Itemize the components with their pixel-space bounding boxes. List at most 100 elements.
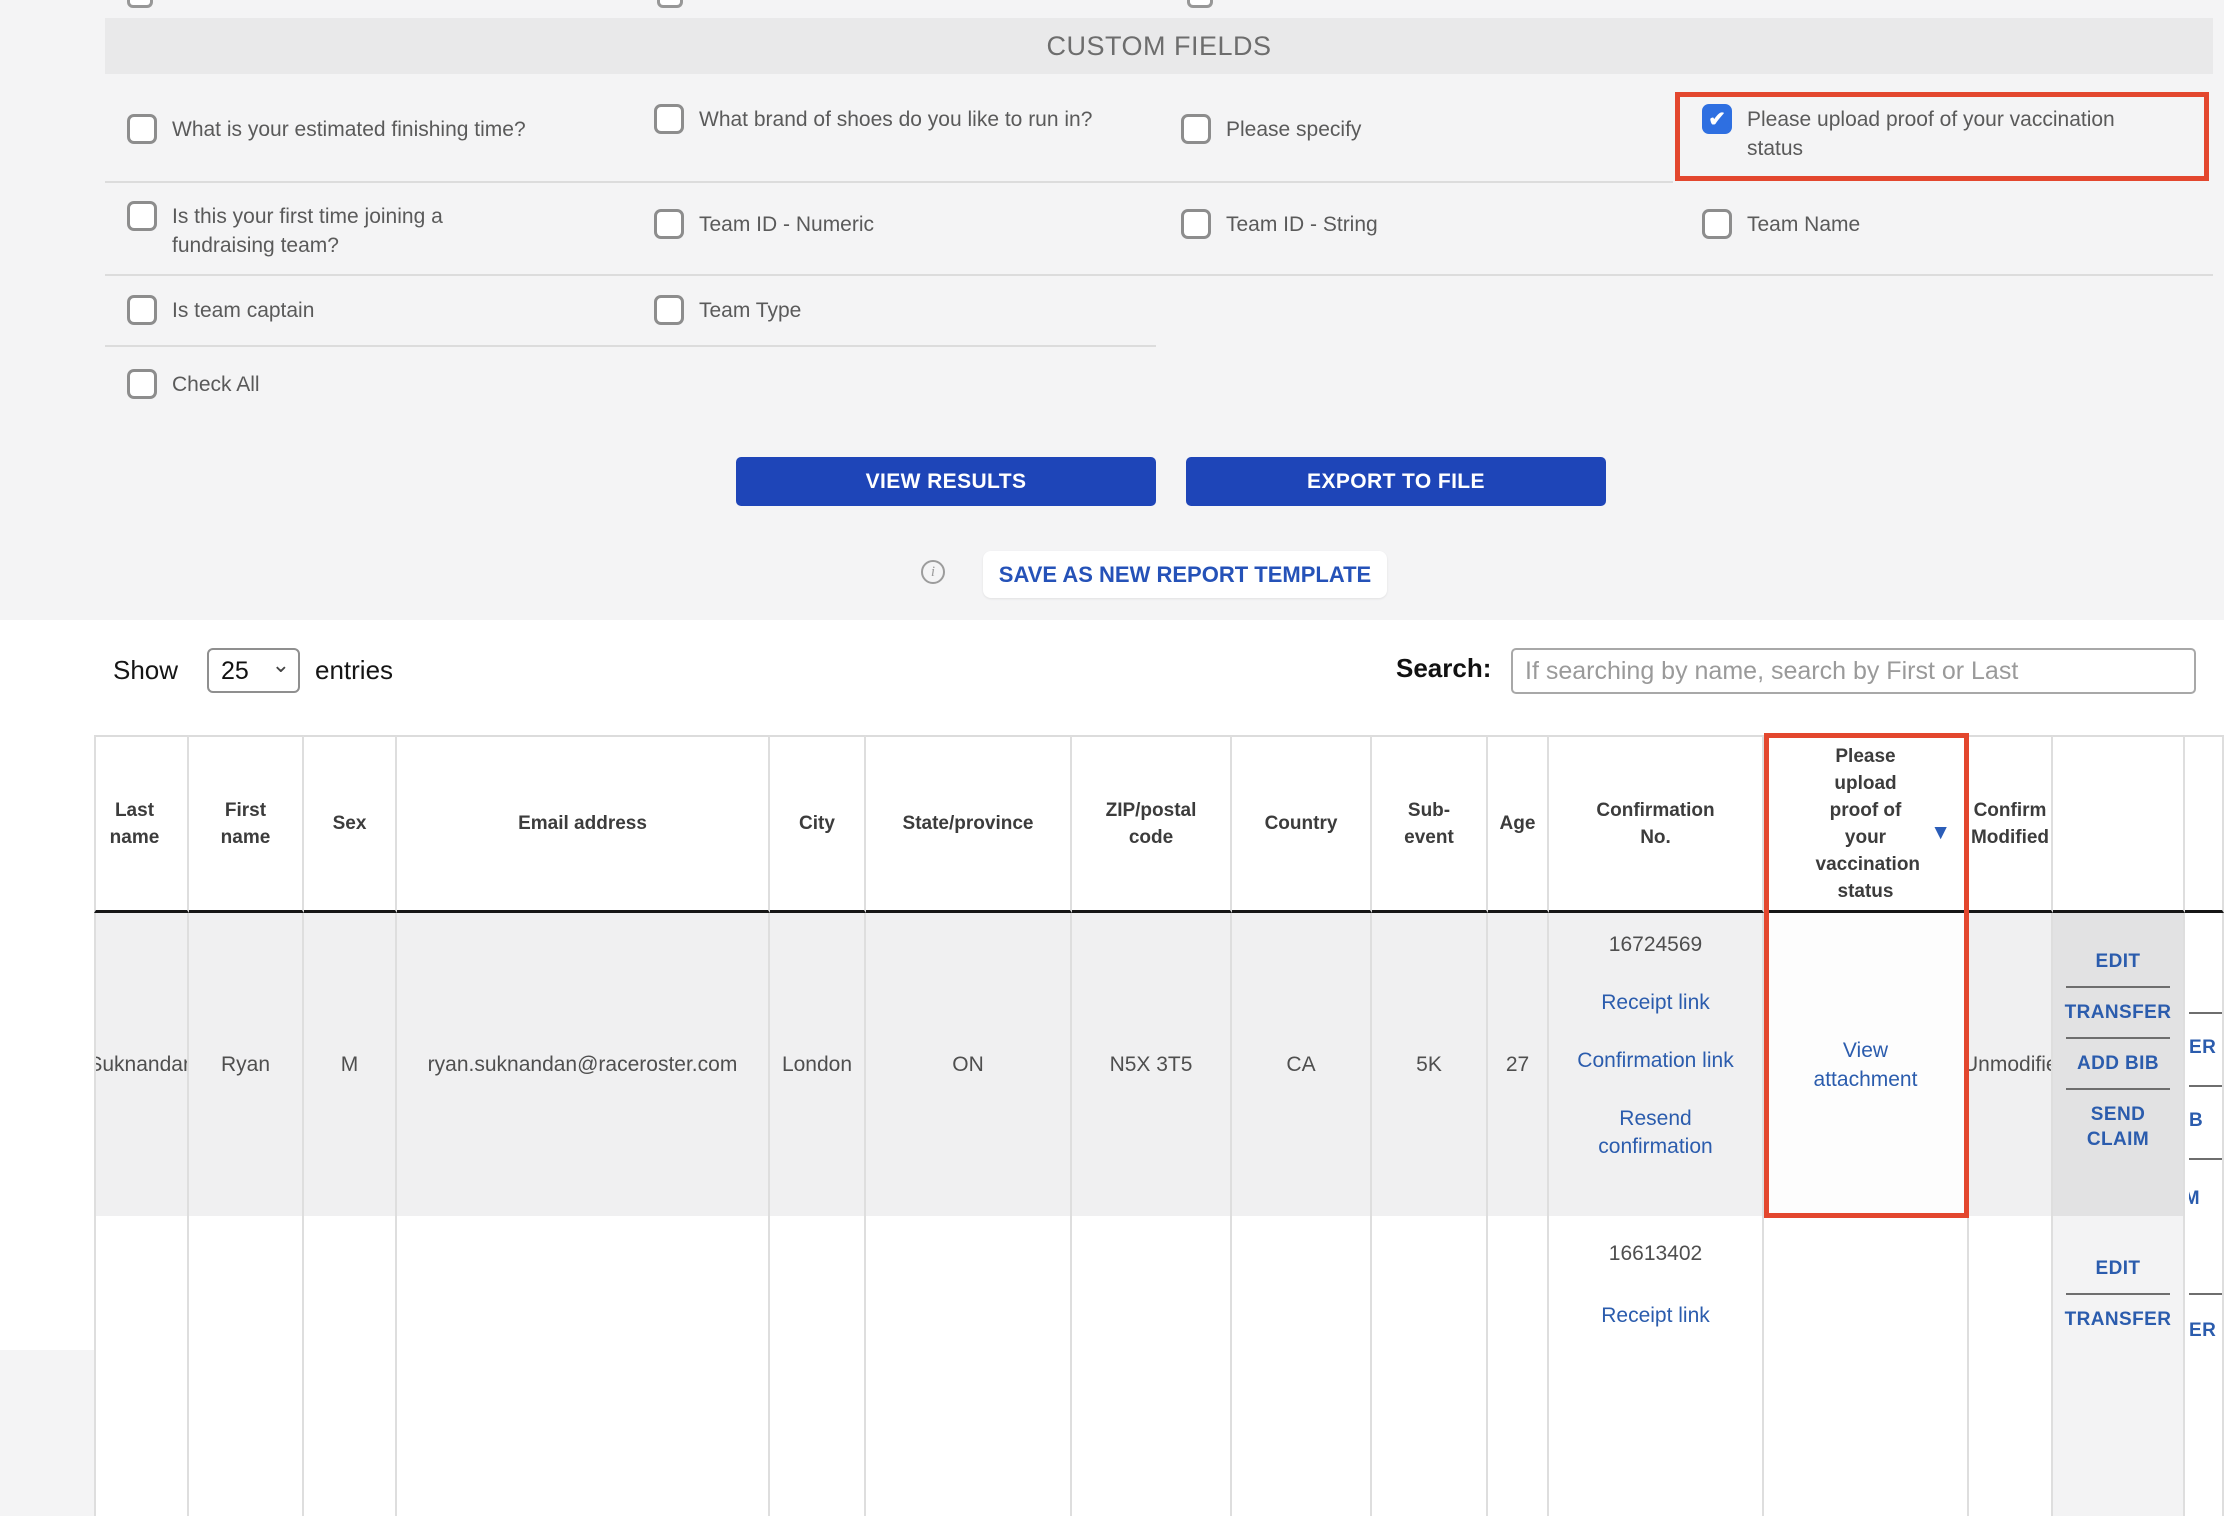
view-attachment-link[interactable]: View attachment <box>1801 1036 1931 1094</box>
sort-descending-icon[interactable]: ▼ <box>1930 819 1951 846</box>
col-header-confirmation-no[interactable]: Confirmation No. <box>1549 735 1764 913</box>
cell-last-name: Suknandan <box>94 913 189 1216</box>
checkbox-is-team-captain[interactable] <box>127 295 157 325</box>
show-label: Show <box>113 655 178 686</box>
cell-sub-event: 5K <box>1372 913 1488 1216</box>
checkbox-please-specify[interactable] <box>1181 114 1211 144</box>
view-results-button[interactable]: VIEW RESULTS <box>736 457 1156 506</box>
col-header-sub-event[interactable]: Sub-event <box>1372 735 1488 913</box>
checkbox-vaccination-proof[interactable]: ✔ <box>1702 104 1732 134</box>
info-icon: i <box>921 560 945 584</box>
checkbox-label: Is this your first time joining a fundra… <box>172 201 492 260</box>
col-header-vaccination-status[interactable]: Please upload proof of your vaccination … <box>1764 735 1969 913</box>
custom-field-item: Team Name <box>1702 209 1860 239</box>
checkbox-label: Check All <box>172 369 260 399</box>
resend-confirmation-link[interactable]: Resend confirmation <box>1576 1105 1736 1161</box>
cell-sex <box>304 1216 397 1516</box>
cell-first-name <box>189 1216 304 1516</box>
checkbox-label: Team Name <box>1747 209 1860 239</box>
clipped-transfer-fragment: ER <box>2189 1037 2216 1059</box>
custom-field-item: Team Type <box>654 295 801 325</box>
add-bib-button[interactable]: ADD BIB <box>2060 1051 2176 1076</box>
send-claim-button[interactable]: SEND CLAIM <box>2060 1102 2176 1152</box>
action-separator <box>2066 1293 2170 1295</box>
divider <box>105 274 2213 276</box>
col-header-city[interactable]: City <box>770 735 866 913</box>
action-separator <box>2189 1012 2222 1014</box>
checkbox-estimated-finishing-time[interactable] <box>127 114 157 144</box>
divider <box>105 181 1673 183</box>
col-header-clipped <box>2185 735 2224 913</box>
table-header-row: Last name First name Sex Email address C… <box>94 735 2224 913</box>
col-header-zip-postal[interactable]: ZIP/postal code <box>1072 735 1232 913</box>
custom-fields-panel: CUSTOM FIELDS What is your estimated fin… <box>105 18 2213 438</box>
col-header-email[interactable]: Email address <box>397 735 770 913</box>
checkbox-label: Please specify <box>1226 114 1361 144</box>
custom-field-item: Is this your first time joining a fundra… <box>127 201 492 260</box>
cell-age <box>1488 1216 1549 1516</box>
col-header-country[interactable]: Country <box>1232 735 1372 913</box>
checkbox-shoe-brand[interactable] <box>654 104 684 134</box>
cell-state-province: ON <box>866 913 1072 1216</box>
checkbox-first-time-fundraising[interactable] <box>127 201 157 231</box>
col-header-confirm-modified[interactable]: Confirm Modified <box>1969 735 2053 913</box>
clipped-claim-fragment: M <box>2189 1188 2200 1210</box>
page-size-select-wrap: 25 ⌄ <box>207 648 300 693</box>
checkbox-team-name[interactable] <box>1702 209 1732 239</box>
col-header-actions <box>2053 735 2185 913</box>
table-row: 16613402 Receipt link EDIT TRANSFER ER <box>94 1216 2224 1516</box>
custom-field-item: Check All <box>127 369 260 399</box>
custom-field-item: Team ID - String <box>1181 209 1378 239</box>
cell-actions: EDIT TRANSFER ADD BIB SEND CLAIM <box>2053 913 2185 1216</box>
confirmation-number: 16613402 <box>1609 1240 1702 1268</box>
col-header-last-name[interactable]: Last name <box>94 735 189 913</box>
edit-button[interactable]: EDIT <box>2060 949 2176 974</box>
custom-field-item: What is your estimated finishing time? <box>127 114 526 144</box>
cell-vaccination-status <box>1764 1216 1969 1516</box>
confirmation-link[interactable]: Confirmation link <box>1576 1047 1736 1075</box>
cell-age: 27 <box>1488 913 1549 1216</box>
col-header-sex[interactable]: Sex <box>304 735 397 913</box>
save-report-template-button[interactable]: SAVE AS NEW REPORT TEMPLATE <box>983 551 1387 598</box>
cell-confirmation: 16613402 Receipt link <box>1549 1216 1764 1516</box>
checkbox-team-id-string[interactable] <box>1181 209 1211 239</box>
checkbox-team-id-numeric[interactable] <box>654 209 684 239</box>
search-input[interactable] <box>1511 648 2196 694</box>
receipt-link[interactable]: Receipt link <box>1601 1302 1710 1330</box>
edit-button[interactable]: EDIT <box>2060 1256 2176 1281</box>
receipt-link[interactable]: Receipt link <box>1601 989 1710 1017</box>
col-header-first-name[interactable]: First name <box>189 735 304 913</box>
action-separator <box>2066 1088 2170 1090</box>
checkbox-label: Please upload proof of your vaccination … <box>1747 104 2157 163</box>
cell-zip-postal <box>1072 1216 1232 1516</box>
cell-vaccination-status: View attachment <box>1764 913 1969 1216</box>
action-separator <box>2066 1037 2170 1039</box>
page-size-select[interactable]: 25 <box>207 648 300 693</box>
action-separator <box>2189 1158 2222 1160</box>
checkbox-team-type[interactable] <box>654 295 684 325</box>
action-separator <box>2189 1293 2222 1295</box>
transfer-button[interactable]: TRANSFER <box>2060 1000 2176 1025</box>
cell-confirm-modified: Unmodified <box>1969 913 2053 1216</box>
clipped-transfer-fragment: ER <box>2189 1320 2216 1342</box>
checkbox-label: What brand of shoes do you like to run i… <box>699 104 1092 134</box>
checkbox-check-all[interactable] <box>127 369 157 399</box>
cutoff-checkbox <box>1187 0 1213 8</box>
cutoff-checkbox <box>657 0 683 8</box>
cell-country <box>1232 1216 1372 1516</box>
checkbox-label: Is team captain <box>172 295 314 325</box>
col-header-state-province[interactable]: State/province <box>866 735 1072 913</box>
transfer-button[interactable]: TRANSFER <box>2060 1307 2176 1332</box>
cell-first-name: Ryan <box>189 913 304 1216</box>
checkmark-icon: ✔ <box>1708 107 1726 132</box>
custom-field-item: What brand of shoes do you like to run i… <box>654 104 1092 134</box>
cell-email <box>397 1216 770 1516</box>
export-to-file-button[interactable]: EXPORT TO FILE <box>1186 457 1606 506</box>
action-separator <box>2066 986 2170 988</box>
cell-actions: EDIT TRANSFER <box>2053 1216 2185 1516</box>
checkbox-label: Team Type <box>699 295 801 325</box>
cell-confirmation: 16724569 Receipt link Confirmation link … <box>1549 913 1764 1216</box>
cell-confirm-modified <box>1969 1216 2053 1516</box>
col-header-age[interactable]: Age <box>1488 735 1549 913</box>
entries-label: entries <box>315 655 393 686</box>
